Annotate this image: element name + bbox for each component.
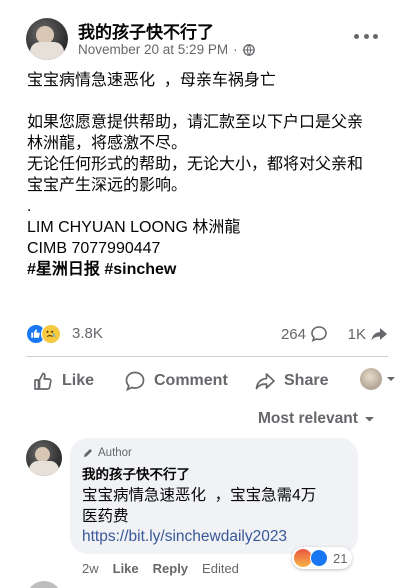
comment-edited-label[interactable]: Edited — [202, 561, 239, 576]
like-label: Like — [62, 372, 95, 389]
post-line: 无论任何形式的帮助，无论大小，都将对父亲和 — [27, 156, 364, 173]
post-timestamp[interactable]: November 20 at 5:29 PM — [78, 42, 228, 57]
thumbs-up-icon — [34, 372, 52, 390]
comment-line: 医药费 — [82, 508, 129, 525]
react-as-selector[interactable] — [360, 368, 396, 390]
post-meta: November 20 at 5:29 PM · — [78, 42, 255, 57]
author-badge: Author — [82, 447, 346, 459]
chevron-down-icon — [387, 377, 395, 381]
comment-age[interactable]: 2w — [82, 561, 99, 576]
divider — [26, 356, 388, 357]
comment-label: Comment — [154, 372, 228, 389]
comment-author-name[interactable]: 我的孩子快不行了 — [82, 463, 346, 483]
post-line — [27, 91, 397, 112]
share-label: Share — [284, 372, 329, 389]
post-line: CIMB 7077990447 — [27, 240, 161, 257]
share-count: 1K — [347, 325, 366, 343]
comment-count-group[interactable]: 264 — [281, 325, 328, 343]
sort-label: Most relevant — [258, 410, 358, 427]
post-line: 如果您愿意提供帮助，请汇款至以下户口是父亲 — [27, 114, 364, 131]
like-button[interactable]: Like — [32, 370, 94, 392]
chevron-down-icon — [364, 417, 374, 422]
share-count-group[interactable]: 1K — [348, 325, 388, 343]
profile-avatar — [360, 368, 382, 390]
share-icon — [255, 373, 275, 390]
comment-button[interactable]: Comment — [124, 370, 228, 392]
author-avatar[interactable] — [26, 18, 68, 60]
reaction-icons[interactable] — [26, 324, 64, 344]
post-header: 我的孩子快不行了 November 20 at 5:29 PM · — [26, 16, 402, 66]
next-comment-avatar[interactable] — [26, 581, 62, 588]
comment-reply-button[interactable]: Reply — [153, 561, 188, 576]
comment-text: 宝宝病情急速恶化 ，宝宝急需4万 医药费 — [82, 485, 346, 527]
more-options-icon[interactable] — [354, 30, 378, 42]
post-line: LIM CHYUAN LOONG 林洲龍 — [27, 219, 241, 236]
post-line: . — [27, 198, 32, 215]
comment-icon — [125, 371, 145, 392]
comment-like-button[interactable]: Like — [113, 561, 139, 576]
commenter-avatar[interactable] — [26, 440, 62, 476]
comment-actions: 2w Like Reply Edited — [82, 561, 239, 576]
comment-count: 264 — [280, 325, 306, 343]
author-badge-label: Author — [98, 447, 132, 459]
comment-sort-dropdown[interactable]: Most relevant — [258, 410, 375, 428]
comment-link[interactable]: https://bit.ly/sinchewdaily2023 — [82, 528, 346, 546]
globe-icon[interactable] — [242, 43, 255, 56]
post-line: 宝宝产生深远的影响。 — [27, 177, 188, 194]
pencil-icon — [84, 449, 92, 457]
comment-bubble-icon — [311, 326, 327, 342]
comment-reactions[interactable]: 21 — [292, 547, 353, 569]
post-hashtags[interactable]: #星洲日报 #sinchew — [27, 259, 397, 280]
sad-reaction-icon — [41, 324, 61, 344]
comment-bubble: Author 我的孩子快不行了 宝宝病情急速恶化 ，宝宝急需4万 医药费 htt… — [70, 438, 358, 554]
post-body: 宝宝病情急速恶化 ，母亲车祸身亡 如果您愿意提供帮助，请汇款至以下户口是父亲 林… — [27, 70, 397, 280]
like-reaction-icon — [310, 549, 328, 567]
meta-separator: · — [233, 42, 238, 57]
reaction-count[interactable]: 3.8K — [72, 325, 103, 342]
post-action-bar: Like Comment Share — [26, 362, 395, 400]
comment-line: 宝宝病情急速恶化 ，宝宝急需4万 — [82, 487, 317, 504]
comment-reaction-count: 21 — [333, 550, 348, 566]
share-button[interactable]: Share — [254, 370, 328, 392]
share-arrow-icon — [371, 328, 387, 341]
post-stats: 3.8K 264 1K — [26, 322, 388, 346]
post-line: 林洲龍，将感激不尽。 — [27, 135, 188, 152]
post-author-name[interactable]: 我的孩子快不行了 — [78, 18, 214, 43]
post-line: 宝宝病情急速恶化 ，母亲车祸身亡 — [27, 72, 276, 89]
